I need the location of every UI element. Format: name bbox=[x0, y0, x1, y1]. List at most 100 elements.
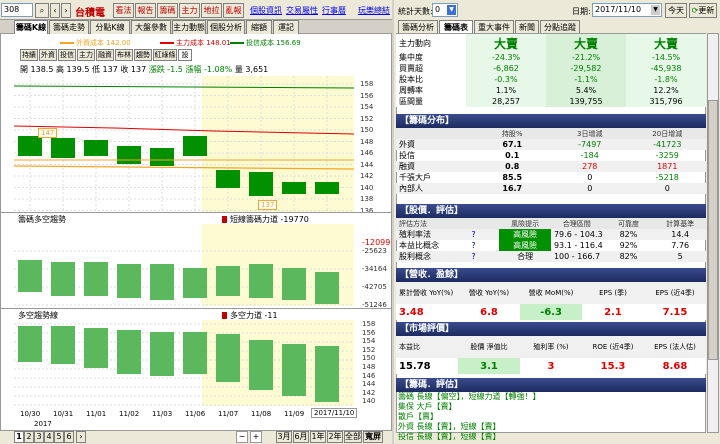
p3-y-tick: 146 bbox=[362, 371, 376, 380]
current-date-box: 2017/11/10 bbox=[311, 408, 358, 418]
left-tab-5[interactable]: 個股分析 bbox=[207, 20, 245, 34]
main-y-tick: 150 bbox=[360, 126, 374, 134]
p3-bar-5 bbox=[183, 332, 207, 374]
panel3-marker-icon bbox=[222, 312, 227, 319]
summary-cell: -21.2% bbox=[546, 52, 626, 63]
chart-button-4[interactable]: 融資 bbox=[96, 49, 114, 61]
zoom-in-icon[interactable]: + bbox=[250, 431, 262, 443]
x-date-1: 10/31 bbox=[53, 410, 74, 418]
market-value-cell: 15.3 bbox=[582, 358, 644, 374]
left-tab-6[interactable]: 縮額 bbox=[246, 20, 272, 34]
page-button-0[interactable]: 1 bbox=[14, 431, 24, 443]
next-button[interactable]: › bbox=[61, 3, 71, 18]
candle-6 bbox=[216, 170, 240, 188]
chip-cell: -5218 bbox=[655, 173, 679, 182]
left-tab-7[interactable]: 運記 bbox=[273, 20, 299, 34]
chart-button-0[interactable]: 持績 bbox=[20, 49, 38, 61]
chip-cell: -41723 bbox=[628, 139, 706, 150]
right-tab-0[interactable]: 籌碼分析 bbox=[398, 20, 438, 34]
left-tab-2[interactable]: 分點K線 bbox=[90, 20, 130, 34]
p2-bar-7 bbox=[249, 264, 273, 298]
p2-y-tick: -25623 bbox=[362, 247, 387, 255]
toolbar-button-3[interactable]: 主力 bbox=[179, 3, 200, 18]
valuation-cell: ? bbox=[447, 251, 500, 262]
valuation-header-cell: 合理區間 bbox=[550, 218, 603, 229]
chart-button-8[interactable]: 設 bbox=[178, 49, 192, 61]
p3-y-tick: 156 bbox=[362, 328, 376, 337]
date-input[interactable]: 2017/11/10 ▼ bbox=[592, 3, 662, 17]
chart-button-1[interactable]: 外資 bbox=[39, 49, 57, 61]
chart-button-2[interactable]: 投信 bbox=[58, 49, 76, 61]
revenue-value-cell: -6.3 bbox=[520, 304, 582, 320]
range-button-2[interactable]: 1年 bbox=[310, 431, 326, 443]
right-tab-4[interactable]: 分點追蹤 bbox=[540, 20, 580, 34]
p3-y-tick: 144 bbox=[362, 380, 376, 389]
panel2-bar-chart[interactable] bbox=[14, 224, 354, 306]
toolbar-link-1[interactable]: 交易屬性 bbox=[286, 5, 318, 16]
page-button-5[interactable]: 6 bbox=[64, 431, 74, 443]
legend-line-2 bbox=[160, 42, 174, 44]
toolbar-button-2[interactable]: 籌碼 bbox=[157, 3, 178, 18]
summary-cell: 139,755 bbox=[546, 96, 626, 107]
chart-button-7[interactable]: 紅綠條 bbox=[153, 49, 177, 61]
right-tab-1[interactable]: 籌碼表 bbox=[439, 20, 473, 34]
today-button[interactable]: 今天 bbox=[665, 3, 687, 18]
range-button-4[interactable]: 全部 bbox=[344, 431, 362, 443]
calendar-dropdown-icon: ▼ bbox=[651, 5, 660, 15]
chart-button-6[interactable]: 趨勢 bbox=[134, 49, 152, 61]
toolbar-button-4[interactable]: 地拉 bbox=[201, 3, 222, 18]
range-button-0[interactable]: 3月 bbox=[276, 431, 292, 443]
page-button-4[interactable]: 5 bbox=[54, 431, 64, 443]
range-button-3[interactable]: 2年 bbox=[327, 431, 343, 443]
x-date-7: 11/08 bbox=[251, 410, 272, 418]
main-price-chart[interactable] bbox=[14, 76, 354, 212]
chart-button-3[interactable]: 主力 bbox=[77, 49, 95, 61]
summary-row-label: 股本比 bbox=[396, 74, 466, 85]
prev-button[interactable]: ‹ bbox=[50, 3, 60, 18]
page-button-2[interactable]: 3 bbox=[34, 431, 44, 443]
candle-4 bbox=[150, 148, 174, 166]
stock-code-input[interactable]: 308 bbox=[1, 3, 33, 17]
chip-cell: 0.1 bbox=[505, 151, 520, 160]
left-tab-0[interactable]: 籌碼K線 bbox=[14, 20, 48, 34]
valuation-cell: 5 bbox=[654, 251, 706, 262]
toolbar-button-0[interactable]: 看法 bbox=[113, 3, 134, 18]
range-button-5[interactable]: 寬屏 bbox=[363, 431, 383, 443]
range-button-1[interactable]: 6月 bbox=[293, 431, 309, 443]
market-header-cell: 殖利率 (%) bbox=[520, 336, 582, 358]
candle-8 bbox=[282, 182, 306, 194]
scrollbar-thumb[interactable] bbox=[708, 100, 718, 360]
candle-1 bbox=[51, 138, 75, 158]
zoom-out-icon[interactable]: − bbox=[236, 431, 248, 443]
p3-y-tick: 140 bbox=[362, 397, 376, 406]
toolbar-button-5[interactable]: 亂報 bbox=[223, 3, 244, 18]
page-next-icon[interactable]: › bbox=[76, 431, 86, 443]
p3-y-tick: 148 bbox=[362, 363, 376, 371]
eval-line-3: 外資 長線【賣】，短線【賣】 bbox=[398, 422, 501, 431]
left-tab-3[interactable]: 大盤參數 bbox=[131, 20, 171, 34]
toolbar-button-1[interactable]: 報告 bbox=[135, 3, 156, 18]
left-tab-1[interactable]: 籌碼走勢 bbox=[49, 20, 89, 34]
right-tab-3[interactable]: 新聞 bbox=[515, 20, 539, 34]
x-date-2: 11/01 bbox=[86, 410, 107, 418]
search-button[interactable]: ⌕ bbox=[35, 3, 49, 18]
revenue-table: 累計營收 YoY(%) 營收 YoY(%) 營收 MoM(%) EPS (季) EPS … bbox=[396, 282, 706, 320]
market-value-cell: 15.78 bbox=[396, 358, 458, 374]
toolbar-link-2[interactable]: 行事曆 bbox=[322, 5, 346, 16]
page-button-1[interactable]: 2 bbox=[24, 431, 34, 443]
chip-cell: 0 bbox=[551, 183, 629, 194]
p3-bar-2 bbox=[84, 328, 108, 368]
high-value: 高 139.5 bbox=[56, 65, 90, 74]
page-button-3[interactable]: 4 bbox=[44, 431, 54, 443]
p3-bar-8 bbox=[282, 344, 306, 396]
left-tab-4[interactable]: 主力動態 bbox=[172, 20, 206, 34]
chart-button-5[interactable]: 布林 bbox=[115, 49, 133, 61]
panel3-bar-chart[interactable] bbox=[14, 320, 354, 406]
low-value: 低 137 bbox=[92, 65, 118, 74]
refresh-button[interactable]: ⟳更新 bbox=[689, 3, 717, 18]
right-tab-2[interactable]: 重大事件 bbox=[474, 20, 514, 34]
toolbar-link-3[interactable]: 玩樂總結 bbox=[358, 5, 390, 16]
toolbar-link-0[interactable]: 個股資訊 bbox=[250, 5, 282, 16]
valuation-cell: 殖利率法 bbox=[396, 229, 448, 240]
stat-days-select[interactable]: 0 ▼ bbox=[432, 3, 458, 17]
